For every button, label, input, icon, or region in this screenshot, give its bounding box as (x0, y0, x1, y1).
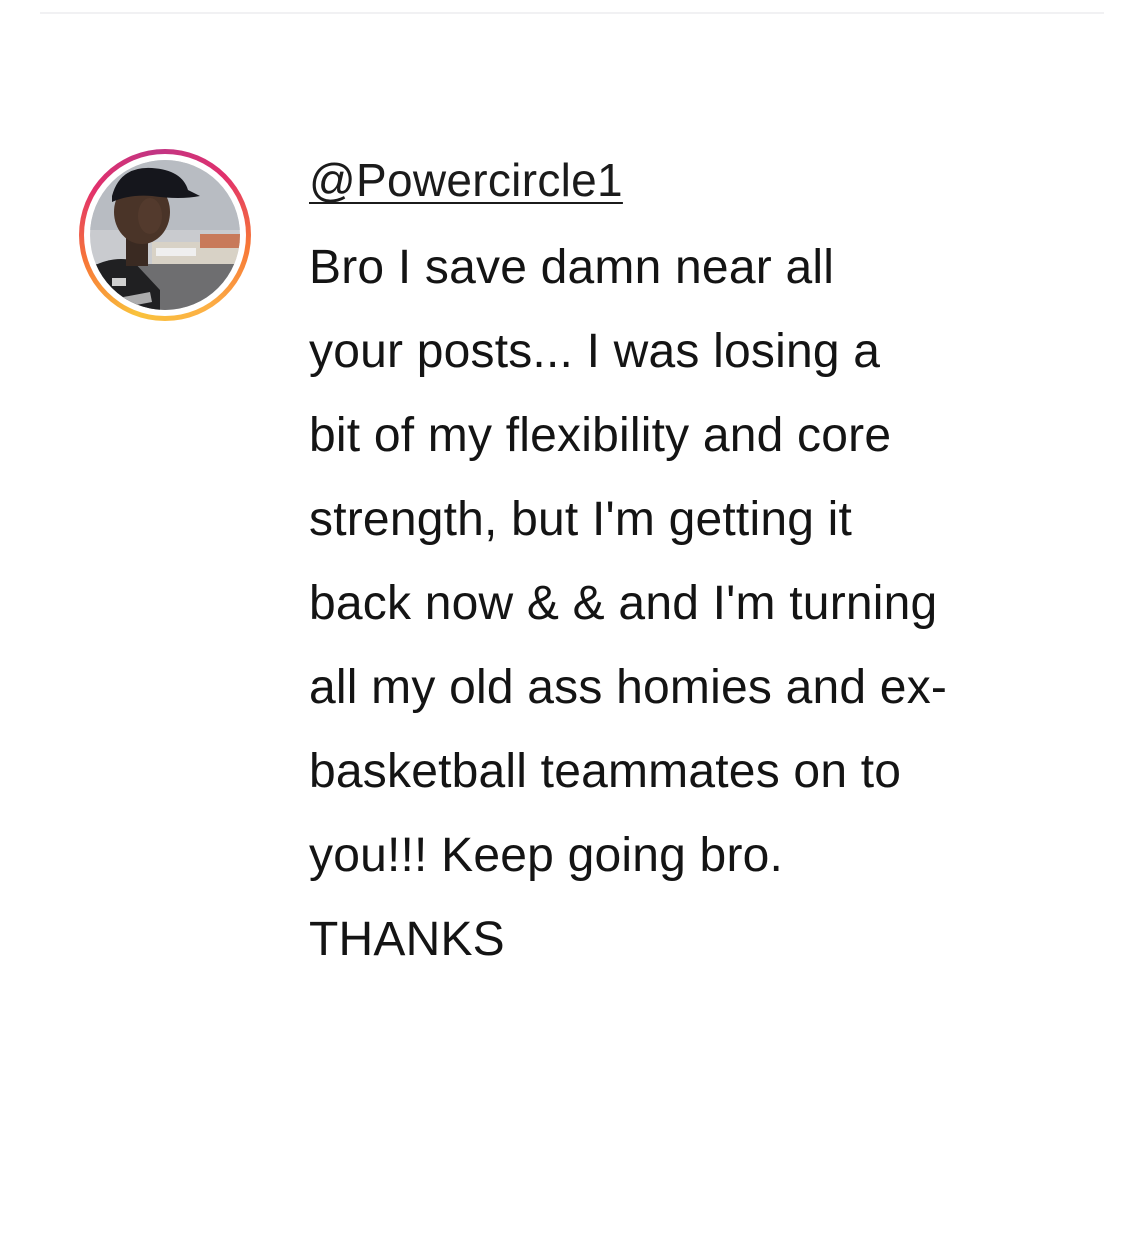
comment-line: Bro I save damn near all (309, 241, 835, 294)
page: @Powercircle1 Bro I save damn near all y… (0, 0, 1144, 1236)
comment-line: strength, but I'm getting it (309, 493, 853, 546)
comment-content: @Powercircle1 Bro I save damn near all y… (309, 150, 1099, 982)
comment-line: your posts... I was losing a (309, 325, 881, 378)
comment-line: THANKS (309, 913, 505, 966)
comment-line: basketball teammates on to (309, 745, 902, 798)
comment-text: Bro I save damn near all your posts... I… (309, 226, 1069, 982)
username-link[interactable]: @Powercircle1 (309, 150, 623, 210)
avatar-gap (84, 154, 246, 316)
user-avatar-icon[interactable] (90, 160, 240, 310)
comment-line: back now & & and I'm turning (309, 577, 938, 630)
comment-line: bit of my flexibility and core (309, 409, 892, 462)
comment-card: @Powercircle1 Bro I save damn near all y… (0, 0, 1144, 1236)
comment-line: you!!! Keep going bro. (309, 829, 784, 882)
story-ring[interactable] (79, 149, 251, 321)
comment-line: all my old ass homies and ex- (309, 661, 948, 714)
